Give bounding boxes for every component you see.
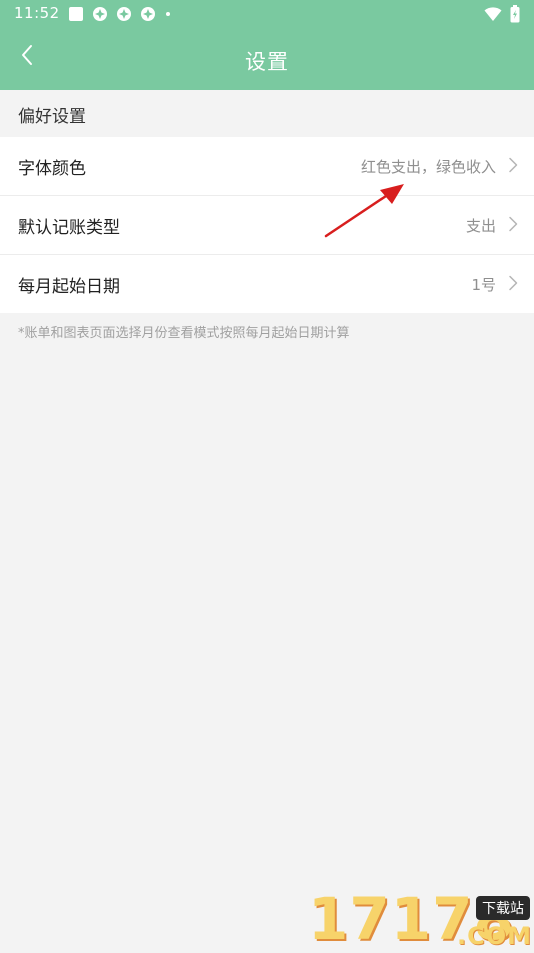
row-label: 每月起始日期 [18,277,120,297]
settings-row-default-type[interactable]: 默认记账类型 支出 [0,196,534,255]
page-title: 设置 [245,50,289,74]
settings-row-font-color[interactable]: 字体颜色 红色支出，绿色收入 [0,137,534,196]
chevron-right-icon [507,216,519,232]
pinwheel-notification-icon [116,6,132,26]
row-label: 默认记账类型 [18,218,120,238]
row-value: 红色支出，绿色收入 [360,158,496,176]
wifi-icon [484,6,502,26]
site-watermark: 17178 下载站 .COM [308,888,534,950]
row-label: 字体颜色 [18,159,86,179]
battery-icon [510,5,520,27]
row-value: 1号 [471,276,496,294]
more-notifications-dot-icon [164,6,172,26]
watermark-suffix: .COM [456,922,532,950]
chevron-right-icon [507,275,519,291]
navigation-bar: 设置 [0,28,534,90]
footnote-text: *账单和图表页面选择月份查看模式按照每月起始日期计算 [18,326,350,341]
status-notification-icons [68,6,172,26]
status-time: 11:52 [14,4,60,22]
chevron-right-icon [507,157,519,173]
status-bar: 11:52 [0,0,534,28]
settings-list: 字体颜色 红色支出，绿色收入 默认记账类型 支出 每月起始日期 1号 [0,137,534,313]
settings-row-month-start[interactable]: 每月起始日期 1号 [0,255,534,313]
app-header: 11:52 设置 [0,0,534,90]
watermark-tag: 下载站 [476,896,530,920]
red-arrow-icon [324,184,404,238]
pinwheel-notification-icon [92,6,108,26]
square-notification-icon [68,6,84,26]
status-system-icons [484,5,520,27]
row-value: 支出 [465,217,496,235]
section-title: 偏好设置 [18,107,86,127]
pinwheel-notification-icon [140,6,156,26]
